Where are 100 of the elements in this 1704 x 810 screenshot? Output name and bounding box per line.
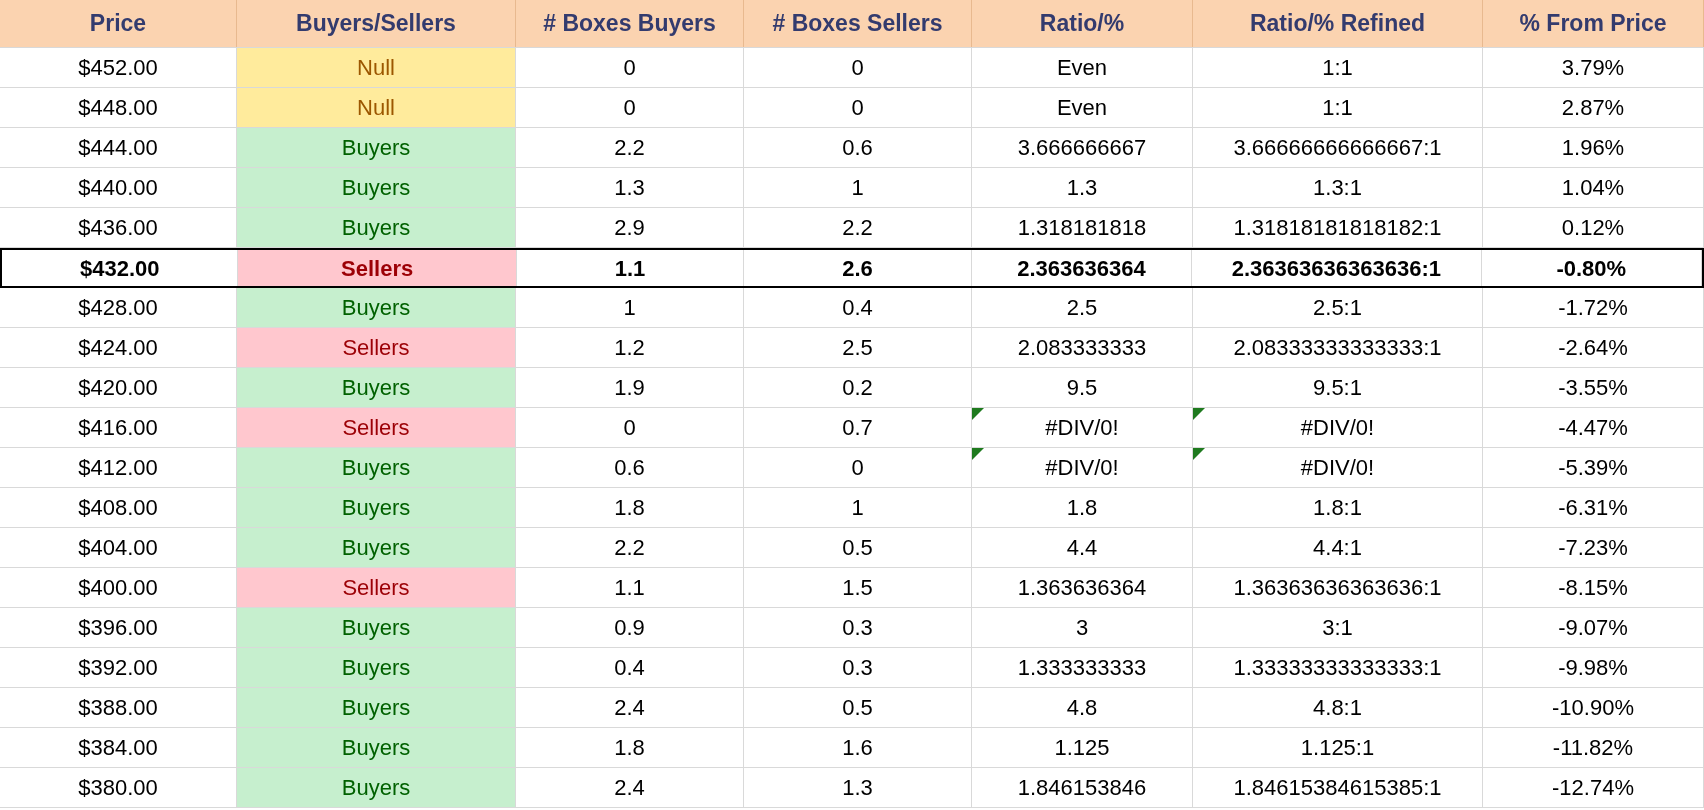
table-cell: 0.4 xyxy=(744,288,972,327)
table-cell: Sellers xyxy=(238,250,517,286)
table-cell: 3.666666667 xyxy=(972,128,1193,167)
table-cell: #DIV/0! xyxy=(972,408,1193,447)
table-cell: 1.5 xyxy=(744,568,972,607)
table-cell: 0.9 xyxy=(516,608,744,647)
error-indicator-icon xyxy=(972,408,984,420)
table-cell: Null xyxy=(237,48,516,87)
table-cell: 0 xyxy=(516,48,744,87)
table-cell: 2.08333333333333:1 xyxy=(1193,328,1483,367)
table-cell: Buyers xyxy=(237,688,516,727)
table-cell: 9.5 xyxy=(972,368,1193,407)
table-cell: 1.9 xyxy=(516,368,744,407)
table-cell: -4.47% xyxy=(1483,408,1704,447)
table-cell: 1.125:1 xyxy=(1193,728,1483,767)
table-cell: -10.90% xyxy=(1483,688,1704,727)
table-cell: 2.4 xyxy=(516,768,744,807)
table-cell: Sellers xyxy=(237,568,516,607)
table-cell: -12.74% xyxy=(1483,768,1704,807)
table-cell: 4.4:1 xyxy=(1193,528,1483,567)
table-cell: -1.72% xyxy=(1483,288,1704,327)
table-cell: 3 xyxy=(972,608,1193,647)
column-header: Buyers/Sellers xyxy=(237,0,516,47)
table-cell: 1.6 xyxy=(744,728,972,767)
column-header: Ratio/% xyxy=(972,0,1193,47)
table-cell: 2.5 xyxy=(744,328,972,367)
table-cell: 2.5 xyxy=(972,288,1193,327)
table-cell: Buyers xyxy=(237,648,516,687)
table-cell: 0.5 xyxy=(744,688,972,727)
column-header: # Boxes Sellers xyxy=(744,0,972,47)
column-header: % From Price xyxy=(1483,0,1704,47)
table-cell: 0 xyxy=(744,48,972,87)
table-cell: 2.2 xyxy=(516,528,744,567)
table-cell: 0.2 xyxy=(744,368,972,407)
table-cell: 1.96% xyxy=(1483,128,1704,167)
table-cell: 2.5:1 xyxy=(1193,288,1483,327)
column-header: # Boxes Buyers xyxy=(516,0,744,47)
table-cell: -9.98% xyxy=(1483,648,1704,687)
table-cell: 2.2 xyxy=(516,128,744,167)
table-cell: 1 xyxy=(744,488,972,527)
table-cell: 0.5 xyxy=(744,528,972,567)
table-cell: 2.36363636363636:1 xyxy=(1192,250,1482,286)
table-cell: Buyers xyxy=(237,128,516,167)
table-cell: 1:1 xyxy=(1193,48,1483,87)
table-cell: 2.363636364 xyxy=(971,250,1193,286)
table-cell: Even xyxy=(972,88,1193,127)
table-cell: 1.8:1 xyxy=(1193,488,1483,527)
table-cell: Buyers xyxy=(237,288,516,327)
table-cell: 0.6 xyxy=(744,128,972,167)
table-cell: Buyers xyxy=(237,608,516,647)
table-cell: 1.2 xyxy=(516,328,744,367)
table-cell: 0.3 xyxy=(744,648,972,687)
table-cell: 4.8 xyxy=(972,688,1193,727)
table-cell: Even xyxy=(972,48,1193,87)
table-cell: 2.87% xyxy=(1483,88,1704,127)
table-cell: Buyers xyxy=(237,488,516,527)
error-indicator-icon xyxy=(972,448,984,460)
table-cell: Buyers xyxy=(237,448,516,487)
table-cell: 1.846153846 xyxy=(972,768,1193,807)
table-cell: 1.31818181818182:1 xyxy=(1193,208,1483,247)
table-cell: Buyers xyxy=(237,728,516,767)
table-cell: 0 xyxy=(516,88,744,127)
table-cell: 1 xyxy=(744,168,972,207)
column-header: Ratio/% Refined xyxy=(1193,0,1483,47)
table-cell: 1.1 xyxy=(516,568,744,607)
table-cell: -2.64% xyxy=(1483,328,1704,367)
table-cell: 3:1 xyxy=(1193,608,1483,647)
table-cell: 0 xyxy=(744,88,972,127)
table-cell: 3.66666666666667:1 xyxy=(1193,128,1483,167)
table-cell: #DIV/0! xyxy=(972,448,1193,487)
table-cell: 4.4 xyxy=(972,528,1193,567)
table-cell: 0.3 xyxy=(744,608,972,647)
table-cell: 2.083333333 xyxy=(972,328,1193,367)
table-cell: 1.84615384615385:1 xyxy=(1193,768,1483,807)
table-cell: -11.82% xyxy=(1483,728,1704,767)
table-cell: Buyers xyxy=(237,368,516,407)
table-cell: Sellers xyxy=(237,328,516,367)
table-cell: 2.9 xyxy=(516,208,744,247)
table-cell: -5.39% xyxy=(1483,448,1704,487)
table-cell: 0 xyxy=(516,408,744,447)
table-cell: 1 xyxy=(516,288,744,327)
table-cell: 1.3:1 xyxy=(1193,168,1483,207)
table-cell: 1.333333333 xyxy=(972,648,1193,687)
table-cell: -6.31% xyxy=(1483,488,1704,527)
table-cell: -9.07% xyxy=(1483,608,1704,647)
table-cell: -0.80% xyxy=(1481,250,1702,286)
table-cell: -8.15% xyxy=(1483,568,1704,607)
table-cell: #DIV/0! xyxy=(1193,448,1483,487)
table-cell: 2.6 xyxy=(744,250,972,286)
table-cell: 4.8:1 xyxy=(1193,688,1483,727)
table-cell: -7.23% xyxy=(1483,528,1704,567)
error-indicator-icon xyxy=(1193,408,1205,420)
table-cell: 0.6 xyxy=(516,448,744,487)
column-header: Price xyxy=(0,0,237,47)
table-cell: 1.8 xyxy=(516,728,744,767)
table-cell: 3.79% xyxy=(1483,48,1704,87)
table-cell: 1.1 xyxy=(516,250,745,286)
table-cell: 1.3 xyxy=(972,168,1193,207)
error-indicator-icon xyxy=(1193,448,1205,460)
table-cell: 1.363636364 xyxy=(972,568,1193,607)
